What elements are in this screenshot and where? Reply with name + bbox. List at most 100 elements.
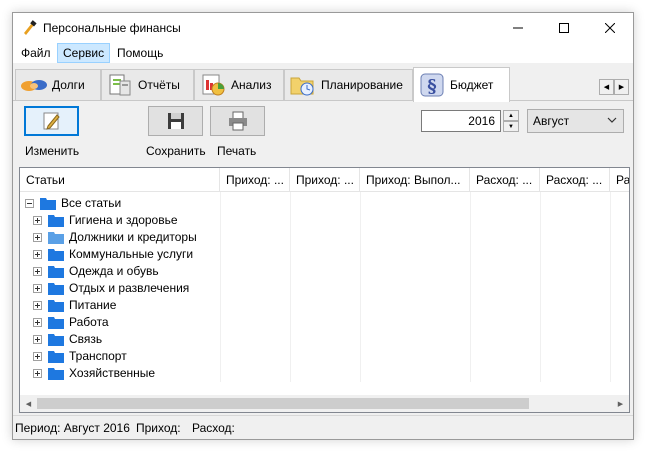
title-bar: Персональные финансы — [13, 13, 633, 43]
column-header-income-1[interactable]: Приход: ... — [220, 168, 290, 192]
menu-help[interactable]: Помощь — [112, 43, 168, 63]
tree-row-label: Питание — [69, 298, 117, 312]
expand-toggle-icon[interactable] — [33, 267, 42, 276]
tab-budget[interactable]: § Бюджет — [413, 67, 510, 102]
expand-toggle-icon[interactable] — [33, 250, 42, 259]
expand-toggle-icon[interactable] — [33, 318, 42, 327]
svg-text:§: § — [427, 76, 436, 97]
column-header-income-done[interactable]: Приход: Выпол... — [360, 168, 470, 192]
folder-icon — [48, 334, 64, 346]
chevron-down-icon — [607, 117, 617, 123]
tab-analysis-label: Анализ — [231, 78, 272, 92]
expand-toggle-icon[interactable] — [33, 301, 42, 310]
app-logo-icon — [24, 20, 37, 35]
arrow-up-icon: ▲ — [508, 112, 514, 119]
column-header-income-2[interactable]: Приход: ... — [290, 168, 360, 192]
tab-debts[interactable]: Долги — [15, 69, 101, 100]
folder-icon — [48, 266, 64, 278]
column-header-items[interactable]: Статьи — [20, 168, 220, 192]
column-header-expense-1[interactable]: Расход: ... — [470, 168, 540, 192]
planning-folder-icon — [290, 77, 314, 96]
folder-icon — [48, 232, 64, 244]
status-bar: Период: Август 2016 Приход: Расход: — [13, 415, 633, 439]
menu-service[interactable]: Сервис — [57, 43, 111, 63]
tab-planning[interactable]: Планирование — [284, 69, 413, 100]
folder-icon — [48, 215, 64, 227]
expand-toggle-icon[interactable] — [33, 233, 42, 242]
grid-column-divider — [360, 192, 361, 382]
edit-label: Изменить — [25, 144, 80, 158]
minimize-button[interactable] — [495, 13, 541, 43]
tab-reports[interactable]: Отчёты — [101, 69, 194, 100]
tree-row[interactable]: Должники и кредиторы — [20, 229, 220, 246]
tab-scroll-left-button[interactable]: ◀ — [599, 79, 614, 95]
tab-analysis[interactable]: Анализ — [194, 69, 284, 100]
year-spinner[interactable]: ▲ ▼ — [503, 110, 519, 132]
tab-debts-label: Долги — [52, 78, 85, 92]
tree-row-label: Работа — [69, 315, 109, 329]
tree-row-label: Коммунальные услуги — [69, 247, 194, 261]
save-label: Сохранить — [146, 144, 206, 158]
scroll-right-button[interactable]: ▶ — [612, 395, 629, 412]
tree-row[interactable]: Гигиена и здоровье — [20, 212, 220, 229]
menu-file[interactable]: Файл — [16, 43, 56, 63]
expand-toggle-icon[interactable] — [33, 369, 42, 378]
spin-up-button[interactable]: ▲ — [503, 110, 519, 121]
column-header-expense-3[interactable]: Ра — [610, 168, 629, 192]
tree-row[interactable]: Связь — [20, 331, 220, 348]
edit-button[interactable] — [24, 106, 79, 136]
tree-row[interactable]: Отдых и развлечения — [20, 280, 220, 297]
tab-scroll-right-button[interactable]: ▶ — [614, 79, 629, 95]
grid-header: Статьи Приход: ... Приход: ... Приход: В… — [20, 168, 629, 192]
status-period: Период: Август 2016 — [15, 421, 130, 435]
expand-toggle-icon[interactable] — [33, 335, 42, 344]
expand-toggle-icon[interactable] — [33, 216, 42, 225]
tree-root-row[interactable]: Все статьи — [20, 195, 220, 212]
month-select[interactable]: Август — [527, 109, 624, 133]
budget-tree-grid: Статьи Приход: ... Приход: ... Приход: В… — [19, 167, 630, 413]
folder-icon — [48, 368, 64, 380]
tree-row[interactable]: Одежда и обувь — [20, 263, 220, 280]
close-button[interactable] — [587, 13, 633, 43]
folder-icon — [48, 283, 64, 295]
tab-scroll-buttons: ◀ ▶ — [599, 79, 629, 95]
year-input[interactable]: 2016 — [421, 110, 501, 132]
menu-bar: Файл Сервис Помощь — [13, 43, 633, 63]
folder-icon — [48, 300, 64, 312]
column-header-expense-2[interactable]: Расход: ... — [540, 168, 610, 192]
save-button[interactable] — [148, 106, 203, 136]
tree-row-label: Одежда и обувь — [69, 264, 159, 278]
tree-row[interactable]: Коммунальные услуги — [20, 246, 220, 263]
tab-reports-label: Отчёты — [138, 78, 180, 92]
tree-row[interactable]: Транспорт — [20, 348, 220, 365]
handshake-icon — [21, 80, 47, 91]
triangle-left-icon: ◀ — [25, 400, 32, 408]
tree-row-label: Должники и кредиторы — [69, 230, 197, 244]
tree-row-label: Гигиена и здоровье — [69, 213, 178, 227]
scroll-left-button[interactable]: ◀ — [20, 395, 37, 412]
print-button[interactable] — [210, 106, 265, 136]
tree-row[interactable]: Хозяйственные — [20, 365, 220, 382]
tree-row-label: Отдых и развлечения — [69, 281, 190, 295]
maximize-button[interactable] — [541, 13, 587, 43]
spin-down-button[interactable]: ▼ — [503, 121, 519, 132]
folder-icon — [48, 317, 64, 329]
grid-column-divider — [540, 192, 541, 382]
arrow-down-icon: ▼ — [508, 123, 514, 130]
collapse-toggle-icon[interactable] — [25, 199, 34, 208]
grid-column-divider — [610, 192, 611, 382]
status-income: Приход: — [136, 421, 181, 435]
month-select-value: Август — [533, 114, 570, 128]
folder-icon — [48, 351, 64, 363]
horizontal-scrollbar[interactable]: ◀ ▶ — [20, 395, 629, 412]
folder-icon — [40, 198, 56, 210]
tree-row[interactable]: Питание — [20, 297, 220, 314]
app-window: Персональные финансы Файл Сервис Помощь … — [12, 12, 634, 440]
expand-toggle-icon[interactable] — [33, 284, 42, 293]
status-expense: Расход: — [192, 421, 235, 435]
expand-toggle-icon[interactable] — [33, 352, 42, 361]
scrollbar-thumb[interactable] — [37, 398, 529, 409]
tree-root-label: Все статьи — [61, 196, 122, 210]
tab-strip: Долги Отчёты Анализ Планирование § Бюдже… — [13, 67, 633, 102]
tree-row[interactable]: Работа — [20, 314, 220, 331]
